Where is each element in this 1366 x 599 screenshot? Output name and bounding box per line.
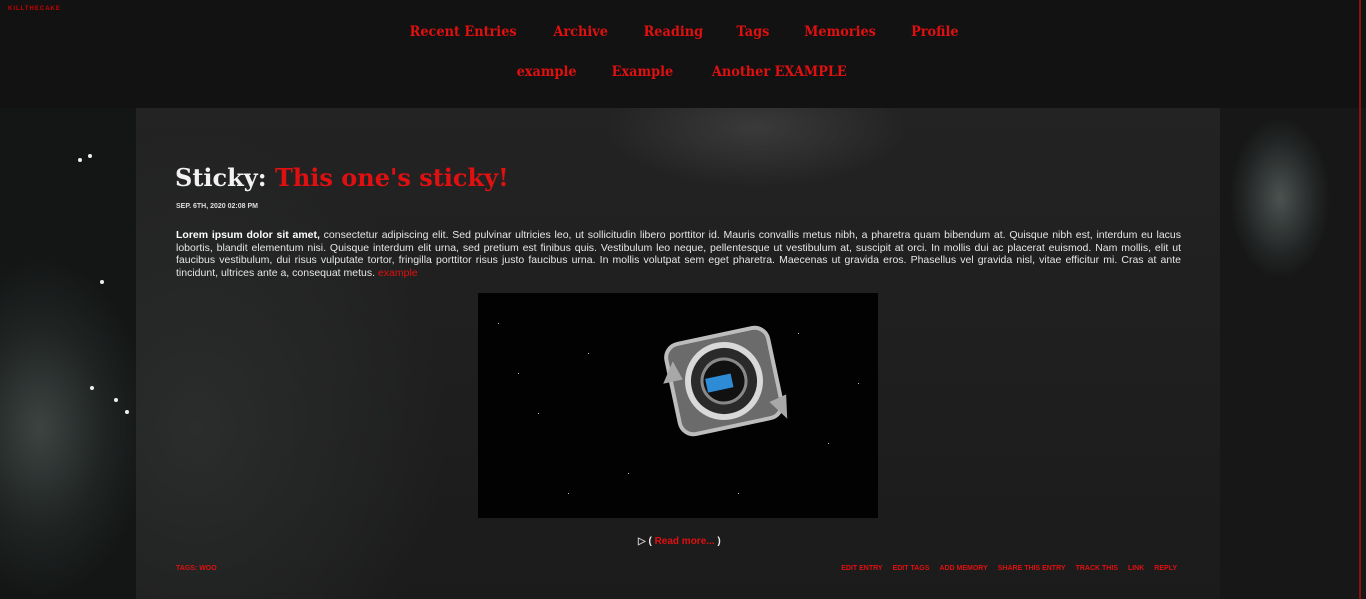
entry-body-lead: Lorem ipsum dolor sit amet, [176,229,320,241]
nav-tags[interactable]: Tags [737,24,770,40]
nav-archive[interactable]: Archive [554,24,609,40]
nav-example-2[interactable]: Example [611,64,673,80]
entry-title-prefix: Sticky: [175,163,267,192]
entry-body-link[interactable]: example [378,267,418,279]
right-background-panel [1220,108,1366,599]
droplet-decoration [90,386,94,390]
robot-core-icon [663,325,788,437]
track-this-link[interactable]: TRACK THIS [1076,565,1118,572]
read-more-link[interactable]: Read more... [655,536,715,547]
entry-body: Lorem ipsum dolor sit amet, consectetur … [176,229,1181,280]
entry-title-text[interactable]: This one's sticky! [275,163,509,192]
top-navigation [0,0,1366,108]
read-more-close-paren: ) [714,536,721,547]
add-memory-link[interactable]: ADD MEMORY [939,565,987,572]
entry-actions: EDIT ENTRY EDIT TAGS ADD MEMORY SHARE TH… [841,565,1177,572]
scrollbar[interactable] [1359,0,1361,599]
droplet-decoration [88,154,92,158]
nav-profile[interactable]: Profile [911,24,959,40]
read-more-container: ▷ ( Read more... ) [638,536,721,547]
entry-body-text: consectetur adipiscing elit. Sed pulvina… [176,229,1182,280]
nav-memories[interactable]: Memories [804,24,876,40]
droplet-decoration [100,280,104,284]
nav-recent-entries[interactable]: Recent Entries [410,24,517,40]
entry-date: SEP. 6TH, 2020 02:08 PM [176,203,258,210]
share-entry-link[interactable]: SHARE THIS ENTRY [998,565,1066,572]
nav-example-1[interactable]: example [516,64,576,80]
nav-example-3[interactable]: Another EXAMPLE [712,64,847,80]
left-background-panel [0,108,136,599]
droplet-decoration [114,398,118,402]
entry-image [478,293,878,518]
edit-entry-link[interactable]: EDIT ENTRY [841,565,882,572]
edit-tags-link[interactable]: EDIT TAGS [893,565,930,572]
nav-row-primary: Recent Entries Archive Reading Tags Memo… [0,24,1366,40]
link-link[interactable]: LINK [1128,565,1144,572]
droplet-decoration [78,158,82,162]
site-name[interactable]: KILLTHECAKE [8,6,61,12]
entry-tags[interactable]: TAGS: WOO [176,565,217,572]
droplet-decoration [125,410,129,414]
read-more-arrow-icon: ▷ [638,536,649,547]
nav-row-secondary: example Example Another EXAMPLE [0,64,1366,80]
nav-reading[interactable]: Reading [643,24,703,40]
reply-link[interactable]: REPLY [1154,565,1177,572]
entry-title: Sticky: This one's sticky! [175,163,509,192]
